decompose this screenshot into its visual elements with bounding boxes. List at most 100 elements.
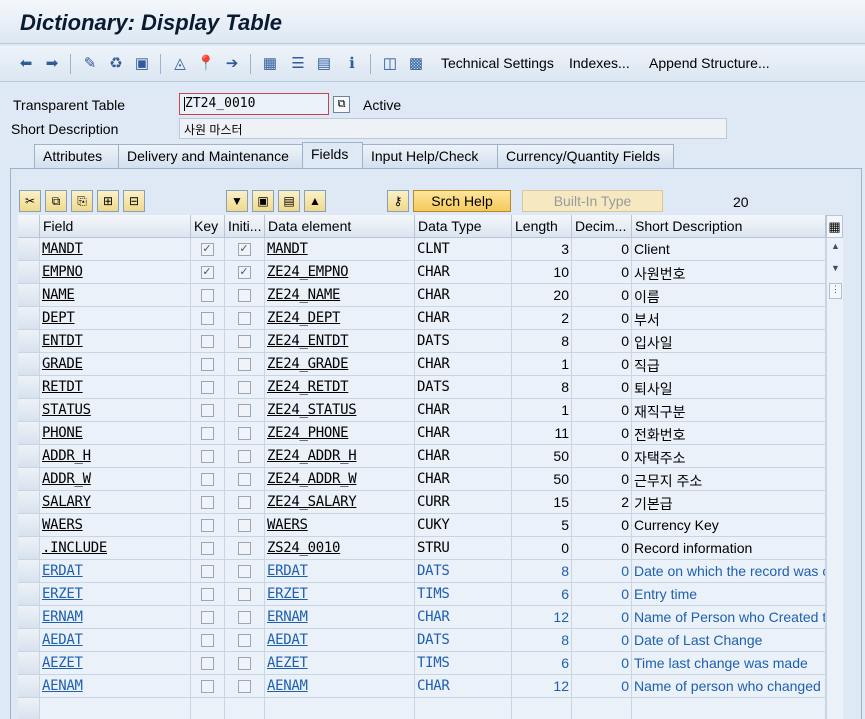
key-checkbox[interactable] xyxy=(200,588,214,601)
data-element-cell[interactable]: ZE24_ADDR_H xyxy=(265,445,415,468)
field-name-cell[interactable]: AEDAT xyxy=(40,629,191,652)
field-name-cell[interactable]: ERZET xyxy=(40,583,191,606)
field-name-cell[interactable]: RETDT xyxy=(40,376,191,399)
field-name-cell[interactable]: AENAM xyxy=(40,675,191,698)
data-element-cell[interactable]: AEDAT xyxy=(265,629,415,652)
field-name-cell[interactable]: ERNAM xyxy=(40,606,191,629)
row-selector[interactable] xyxy=(18,468,40,491)
select-all-header[interactable] xyxy=(18,215,40,238)
row-selector[interactable] xyxy=(18,261,40,284)
column-settings-icon[interactable]: ▦ xyxy=(826,215,843,238)
row-selector[interactable] xyxy=(18,422,40,445)
table-row[interactable]: ADDR_W ZE24_ADDR_W CHAR 50 0 근무지 주소 xyxy=(18,468,826,491)
initial-checkbox[interactable] xyxy=(237,519,251,532)
initial-checkbox[interactable] xyxy=(237,450,251,463)
table-row[interactable]: ADDR_H ZE24_ADDR_H CHAR 50 0 자택주소 xyxy=(18,445,826,468)
initial-checkbox[interactable] xyxy=(237,404,251,417)
data-element-cell[interactable]: ZE24_NAME xyxy=(265,284,415,307)
initial-checkbox[interactable]: ✓ xyxy=(237,243,251,256)
key-checkbox[interactable] xyxy=(200,496,214,509)
key-checkbox[interactable] xyxy=(200,381,214,394)
row-selector[interactable] xyxy=(18,606,40,629)
key-checkbox[interactable] xyxy=(200,680,214,693)
column-header-short-description[interactable]: Short Description xyxy=(632,215,826,238)
empty-cell[interactable] xyxy=(40,698,191,719)
data-element-cell[interactable]: ZE24_RETDT xyxy=(265,376,415,399)
scroll-thumb[interactable]: ⋮ xyxy=(829,283,842,299)
key-checkbox[interactable] xyxy=(200,565,214,578)
tab-fields[interactable]: Fields xyxy=(302,142,363,168)
key-checkbox[interactable] xyxy=(200,542,214,555)
search-help-button[interactable]: Srch Help xyxy=(413,190,511,212)
table-row[interactable]: RETDT ZE24_RETDT DATS 8 0 퇴사일 xyxy=(18,376,826,399)
field-name-cell[interactable]: EMPNO xyxy=(40,261,191,284)
table-row[interactable]: ENTDT ZE24_ENTDT DATS 8 0 입사일 xyxy=(18,330,826,353)
activate-icon[interactable]: ▣ xyxy=(132,53,152,73)
data-element-cell[interactable]: ZS24_0010 xyxy=(265,537,415,560)
empty-cell[interactable] xyxy=(512,698,572,719)
delete-row-icon[interactable]: ⊟ xyxy=(123,190,145,212)
data-element-cell[interactable]: ERDAT xyxy=(265,560,415,583)
table-structure-icon[interactable]: ◫ xyxy=(380,53,400,73)
indexes-button[interactable]: Indexes... xyxy=(569,55,630,71)
data-element-cell[interactable]: ZE24_ADDR_W xyxy=(265,468,415,491)
list-icon[interactable]: ▤ xyxy=(314,53,334,73)
find-next-icon[interactable]: ▤ xyxy=(278,190,300,212)
row-selector[interactable] xyxy=(18,376,40,399)
scroll-up-icon[interactable]: ▲ xyxy=(829,241,842,255)
field-name-cell[interactable]: PHONE xyxy=(40,422,191,445)
table-row[interactable]: .INCLUDE ZS24_0010 STRU 0 0 Record informatio… xyxy=(18,537,826,560)
column-header-key[interactable]: Key xyxy=(191,215,225,238)
column-header-data-element[interactable]: Data element xyxy=(265,215,415,238)
data-element-cell[interactable]: ZE24_ENTDT xyxy=(265,330,415,353)
row-selector[interactable] xyxy=(18,514,40,537)
data-element-cell[interactable]: WAERS xyxy=(265,514,415,537)
column-header-data-type[interactable]: Data Type xyxy=(415,215,512,238)
row-selector[interactable] xyxy=(18,537,40,560)
initial-checkbox[interactable] xyxy=(237,611,251,624)
data-element-cell[interactable]: ZE24_SALARY xyxy=(265,491,415,514)
field-name-cell[interactable]: GRADE xyxy=(40,353,191,376)
key-checkbox[interactable] xyxy=(200,312,214,325)
empty-cell[interactable] xyxy=(572,698,632,719)
row-selector[interactable] xyxy=(18,238,40,261)
table-row[interactable]: PHONE ZE24_PHONE CHAR 11 0 전화번호 xyxy=(18,422,826,445)
empty-row[interactable] xyxy=(18,698,826,719)
column-header-field[interactable]: Field xyxy=(40,215,191,238)
initial-checkbox[interactable] xyxy=(237,588,251,601)
empty-cell[interactable] xyxy=(225,698,265,719)
initial-checkbox[interactable] xyxy=(237,634,251,647)
row-selector[interactable] xyxy=(18,491,40,514)
key-checkbox[interactable] xyxy=(200,404,214,417)
tab-currency-quantity[interactable]: Currency/Quantity Fields xyxy=(497,144,674,168)
table-row[interactable]: STATUS ZE24_STATUS CHAR 1 0 재직구분 xyxy=(18,399,826,422)
initial-checkbox[interactable] xyxy=(237,312,251,325)
copy-row-icon[interactable]: ⧉ xyxy=(45,190,67,212)
table-row[interactable]: WAERS WAERS CUKY 5 0 Currency Key xyxy=(18,514,826,537)
empty-cell[interactable] xyxy=(415,698,512,719)
key-checkbox[interactable] xyxy=(200,289,214,302)
sort-icon[interactable]: ▲ xyxy=(304,190,326,212)
data-element-cell[interactable]: ZE24_DEPT xyxy=(265,307,415,330)
key-checkbox[interactable] xyxy=(200,450,214,463)
field-name-cell[interactable]: ADDR_W xyxy=(40,468,191,491)
initial-checkbox[interactable] xyxy=(237,289,251,302)
where-used-icon[interactable]: ◬ xyxy=(170,53,190,73)
column-header-initial[interactable]: Initi... xyxy=(225,215,265,238)
table-row[interactable]: SALARY ZE24_SALARY CURR 15 2 기본급 xyxy=(18,491,826,514)
data-element-cell[interactable]: AENAM xyxy=(265,675,415,698)
tab-input-help-check[interactable]: Input Help/Check xyxy=(362,144,498,168)
row-selector[interactable] xyxy=(18,353,40,376)
empty-cell[interactable] xyxy=(265,698,415,719)
technical-settings-button[interactable]: Technical Settings xyxy=(441,55,554,71)
row-selector[interactable] xyxy=(18,583,40,606)
initial-checkbox[interactable] xyxy=(237,381,251,394)
empty-cell[interactable] xyxy=(632,698,826,719)
key-checkbox[interactable]: ✓ xyxy=(200,243,214,256)
other-object-icon[interactable]: ♻ xyxy=(106,53,126,73)
append-structure-button[interactable]: Append Structure... xyxy=(649,55,770,71)
row-selector[interactable] xyxy=(18,560,40,583)
initial-checkbox[interactable] xyxy=(237,427,251,440)
table-name-field[interactable]: ZT24_0010 xyxy=(179,93,329,115)
row-selector[interactable] xyxy=(18,307,40,330)
